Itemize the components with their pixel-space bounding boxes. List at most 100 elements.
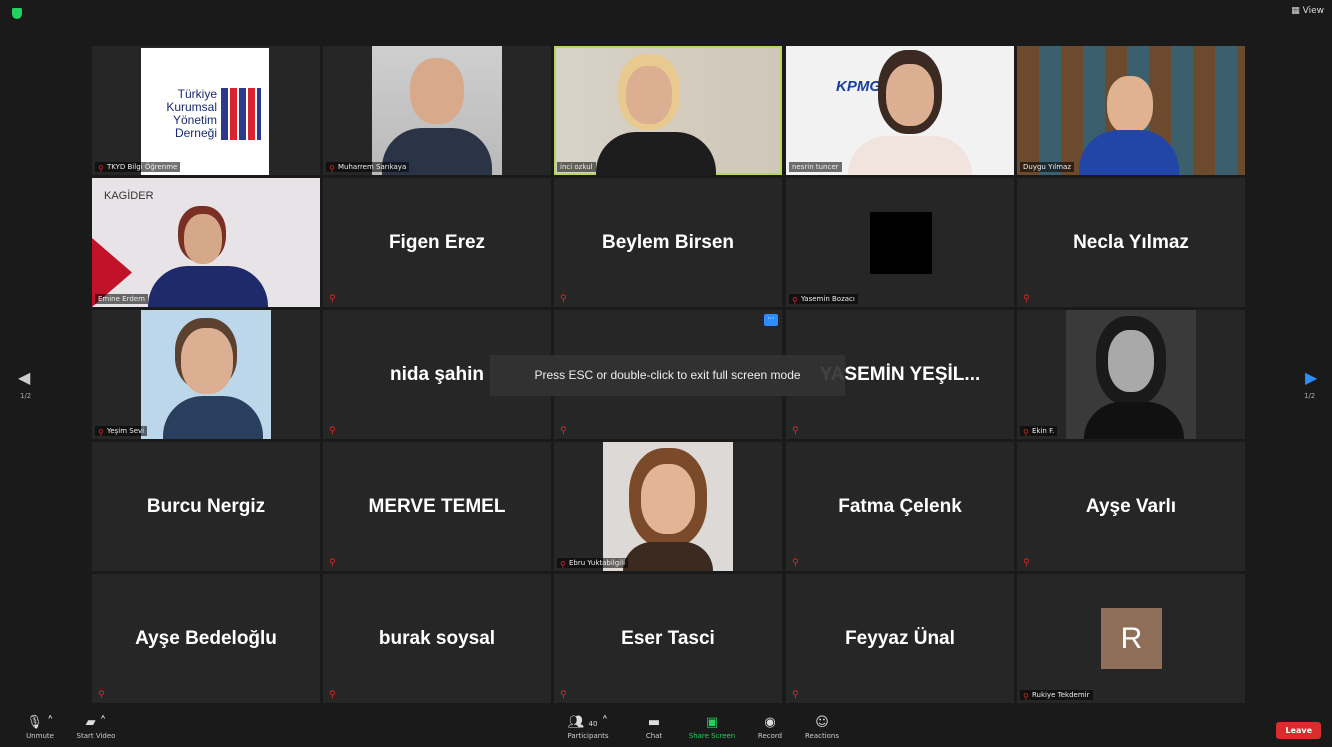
video-tile[interactable]: Necla Yılmaz ⚲ [1017, 178, 1245, 307]
muted-microphone-icon: 🎙︎ ˄ [26, 715, 54, 730]
fullscreen-toast: Press ESC or double-click to exit full s… [490, 355, 845, 396]
video-tile[interactable]: Eser Tasci ⚲ [554, 574, 782, 703]
muted-mic-icon: ⚲ [329, 690, 336, 700]
participant-label: ⚲ Ebru Yuktabilgili [557, 558, 629, 569]
participant-name: Eser Tasci [621, 627, 715, 649]
participant-name: Feyyaz Ünal [845, 627, 955, 649]
video-tile[interactable]: Ayşe Bedeloğlu ⚲ [92, 574, 320, 703]
reactions-label: Reactions [804, 732, 840, 740]
participant-video [556, 48, 780, 175]
next-page-indicator: 1/2 [1304, 392, 1316, 400]
participant-name: burak soysal [378, 627, 496, 649]
view-label: View [1302, 6, 1324, 16]
participant-label: ⚲ Muharrem Sarıkaya [326, 162, 410, 173]
muted-mic-icon: ⚲ [1023, 691, 1029, 701]
chat-icon: ▬ [647, 715, 661, 730]
participant-video [372, 46, 502, 175]
muted-mic-icon: ⚲ [792, 690, 799, 700]
share-screen-icon: ▣ [705, 715, 719, 730]
video-tile[interactable]: ⚲ Yasemin Bozacı [786, 178, 1014, 307]
share-screen-button[interactable]: ▣ Share Screen [682, 714, 742, 740]
muted-mic-icon: ⚲ [1023, 427, 1029, 437]
muted-mic-icon: ⚲ [1023, 294, 1030, 304]
encryption-shield-icon[interactable] [12, 8, 22, 19]
participant-video: KPMG [786, 46, 1014, 175]
muted-mic-icon: ⚲ [560, 559, 566, 569]
muted-mic-icon: ⚲ [1023, 558, 1030, 568]
start-video-label: Start Video [76, 732, 116, 740]
video-tile[interactable]: ⚲ Yeşim Sevi [92, 310, 320, 439]
muted-mic-icon: ⚲ [560, 426, 567, 436]
share-screen-label: Share Screen [688, 732, 736, 740]
leave-button[interactable]: Leave [1276, 722, 1321, 739]
participants-count: 40 [588, 720, 598, 728]
participants-icon: 👥︎ 40 ˄ [567, 715, 609, 730]
video-tile[interactable]: KPMG nesrin tuncer [786, 46, 1014, 175]
participant-name: Fatma Çelenk [838, 495, 962, 517]
participant-label: Emine Erdem [95, 294, 148, 304]
muted-mic-icon: ⚲ [792, 295, 798, 305]
muted-mic-icon: ⚲ [98, 690, 105, 700]
video-tile[interactable]: Figen Erez ⚲ [323, 178, 551, 307]
muted-mic-icon: ⚲ [329, 426, 336, 436]
video-tile-active-speaker[interactable]: inci ozkul [554, 46, 782, 175]
profile-picture [870, 212, 932, 274]
video-tile[interactable]: ⚲ Ekin F. [1017, 310, 1245, 439]
video-tile[interactable]: R ⚲ Rukiye Tekdemir [1017, 574, 1245, 703]
participants-button[interactable]: 👥︎ 40 ˄ Participants [558, 714, 618, 740]
previous-page-indicator: 1/2 [20, 392, 32, 400]
view-button[interactable]: ▦ View [1291, 6, 1324, 16]
previous-page-arrow-icon[interactable]: ◀ [18, 368, 30, 387]
video-tile[interactable]: Burcu Nergiz [92, 442, 320, 571]
video-tile[interactable]: Fatma Çelenk ⚲ [786, 442, 1014, 571]
participant-name: Necla Yılmaz [1073, 231, 1189, 253]
participant-label: ⚲ Rukiye Tekdemir [1020, 690, 1093, 700]
video-tile[interactable]: Feyyaz Ünal ⚲ [786, 574, 1014, 703]
tkyd-logo: Türkiye Kurumsal Yönetim Derneği [141, 48, 269, 175]
muted-mic-icon: ⚲ [792, 426, 799, 436]
next-page-arrow-icon[interactable]: ▶ [1305, 368, 1317, 387]
video-tile[interactable]: ⚲ Ebru Yuktabilgili [554, 442, 782, 571]
participant-label: Duygu Yılmaz [1020, 162, 1075, 172]
more-options-icon[interactable]: ··· [764, 314, 778, 326]
muted-mic-icon: ⚲ [792, 558, 799, 568]
kagider-logo: KAGİDER [104, 190, 154, 202]
reactions-icon: ☺ [815, 715, 829, 730]
participant-name: Burcu Nergiz [146, 495, 266, 517]
participant-name: Ayşe Bedeloğlu [135, 627, 277, 649]
video-tile[interactable]: burak soysal ⚲ [323, 574, 551, 703]
record-label: Record [757, 732, 783, 740]
muted-mic-icon: ⚲ [560, 294, 567, 304]
participant-video [1017, 46, 1245, 175]
meeting-toolbar: 🎙︎ ˄ Unmute ▰ ˄ Start Video 👥︎ 40 ˄ Part… [0, 710, 1332, 747]
video-tile[interactable]: Duygu Yılmaz [1017, 46, 1245, 175]
participant-label: nesrin tuncer [789, 162, 842, 172]
participant-label: ⚲ TKYD Bilgi Öğrenme [95, 162, 181, 172]
logo-line: Derneği [174, 126, 217, 140]
record-icon: ◉ [764, 715, 776, 730]
video-tile[interactable]: ⚲ Muharrem Sarıkaya [323, 46, 551, 175]
participant-name: Ayşe Varlı [1085, 495, 1177, 517]
participant-label: inci ozkul [557, 162, 596, 172]
participant-label: ⚲ Ekin F. [1020, 426, 1058, 437]
video-tile[interactable]: Beylem Birsen ⚲ [554, 178, 782, 307]
video-tile[interactable]: MERVE TEMEL ⚲ [323, 442, 551, 571]
record-button[interactable]: ◉ Record [740, 714, 800, 740]
unmute-label: Unmute [26, 732, 54, 740]
chat-button[interactable]: ▬ Chat [624, 714, 684, 740]
chat-label: Chat [645, 732, 663, 740]
muted-mic-icon: ⚲ [98, 427, 104, 437]
video-tile[interactable]: Türkiye Kurumsal Yönetim Derneği ⚲ TKYD B… [92, 46, 320, 175]
start-video-button[interactable]: ▰ ˄ Start Video [66, 714, 126, 740]
participant-label: ⚲ Yeşim Sevi [95, 426, 148, 437]
unmute-button[interactable]: 🎙︎ ˄ Unmute [10, 714, 70, 740]
video-tile[interactable]: Ayşe Varlı ⚲ [1017, 442, 1245, 571]
logo-mosaic [221, 88, 261, 140]
participants-label: Participants [567, 732, 609, 740]
video-tile[interactable]: KAGİDER Emine Erdem [92, 178, 320, 307]
participant-video [141, 310, 271, 439]
participant-video [1066, 310, 1196, 439]
muted-mic-icon: ⚲ [329, 163, 335, 173]
muted-mic-icon: ⚲ [329, 558, 336, 568]
reactions-button[interactable]: ☺ Reactions [792, 714, 852, 740]
